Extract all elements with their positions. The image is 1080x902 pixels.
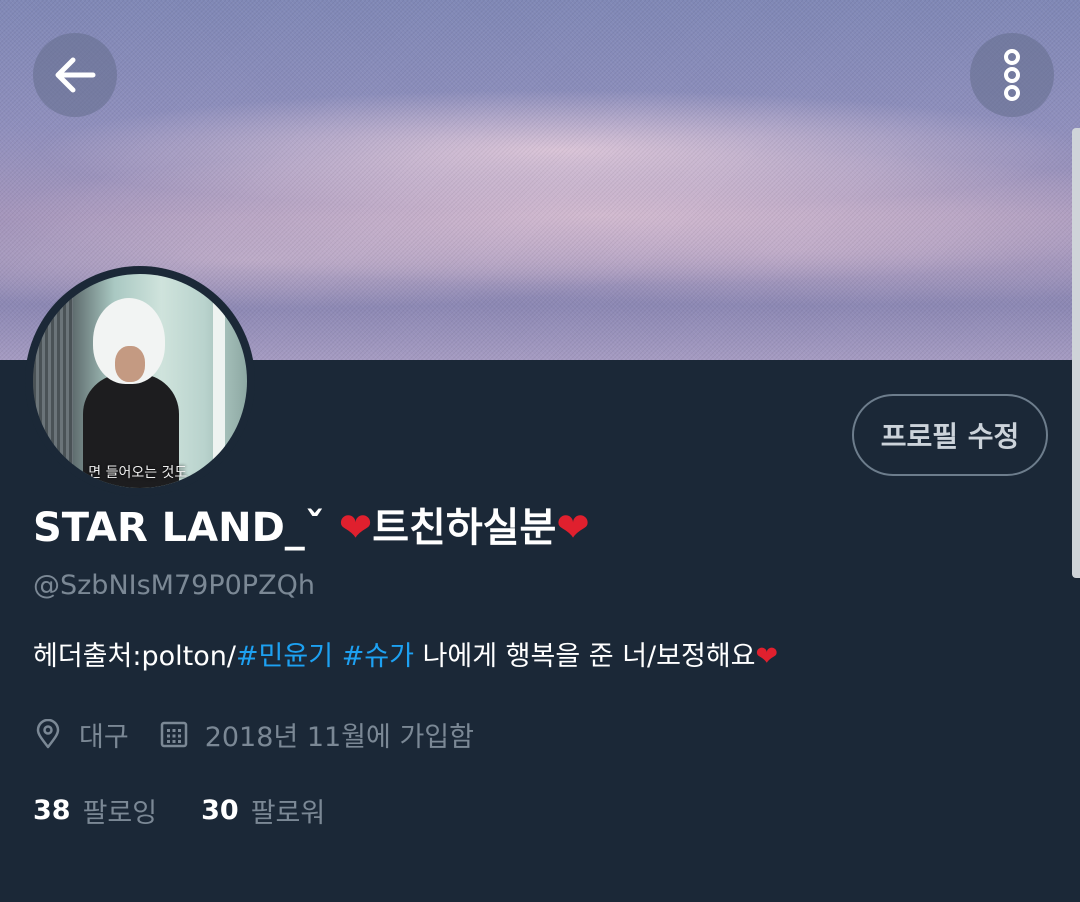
heart-emoji: ❤	[338, 505, 373, 551]
profile-meta: 대구 2018년 11월에 가입함	[33, 712, 474, 756]
avatar-photo: …면 들어오는 것도 …	[33, 274, 247, 488]
display-name-text-middle: 트친하실분	[372, 505, 557, 551]
hashtag-link[interactable]: #슈가	[342, 641, 414, 672]
display-name-text: STAR LAND_ˇ	[33, 505, 339, 551]
join-date-text: 2018년 11월에 가입함	[204, 721, 474, 753]
followers-count: 30	[201, 794, 239, 826]
avatar-photo-doorframe	[213, 274, 225, 488]
location-pin-icon	[33, 719, 63, 749]
edit-profile-button[interactable]: 프로필 수정	[852, 394, 1048, 476]
location-text: 대구	[79, 721, 129, 753]
following-count: 38	[33, 794, 71, 826]
bio: 헤더출처:polton/#민윤기 #슈가 나에게 행복을 준 너/보정해요❤	[33, 636, 778, 678]
bio-text: 나에게 행복을 준 너/보정해요	[414, 641, 756, 672]
heart-emoji: ❤	[755, 641, 779, 672]
avatar-caption: …면 들어오는 것도 …	[74, 465, 206, 481]
hashtag-link[interactable]: #민윤기	[236, 641, 333, 672]
display-name: STAR LAND_ˇ ❤트친하실분❤	[33, 500, 590, 556]
more-vertical-icon	[1004, 49, 1020, 101]
followers-link[interactable]: 30 팔로워	[201, 791, 325, 830]
calendar-icon	[159, 719, 189, 749]
following-label: 팔로잉	[82, 797, 158, 829]
avatar[interactable]: …면 들어오는 것도 …	[25, 266, 255, 496]
back-button[interactable]	[33, 33, 117, 117]
avatar-photo-blinds	[33, 274, 73, 488]
follow-stats: 38 팔로잉 30 팔로워	[33, 788, 325, 832]
user-handle: @SzbNIsM79P0PZQh	[33, 570, 315, 601]
followers-label: 팔로워	[250, 797, 326, 829]
bio-text: 헤더출처:polton/	[33, 641, 236, 672]
avatar-photo-face	[115, 346, 145, 382]
more-options-button[interactable]	[970, 33, 1054, 117]
scrollbar[interactable]	[1072, 128, 1080, 578]
heart-emoji: ❤	[556, 505, 590, 551]
following-link[interactable]: 38 팔로잉	[33, 791, 157, 830]
arrow-left-icon	[55, 57, 96, 93]
